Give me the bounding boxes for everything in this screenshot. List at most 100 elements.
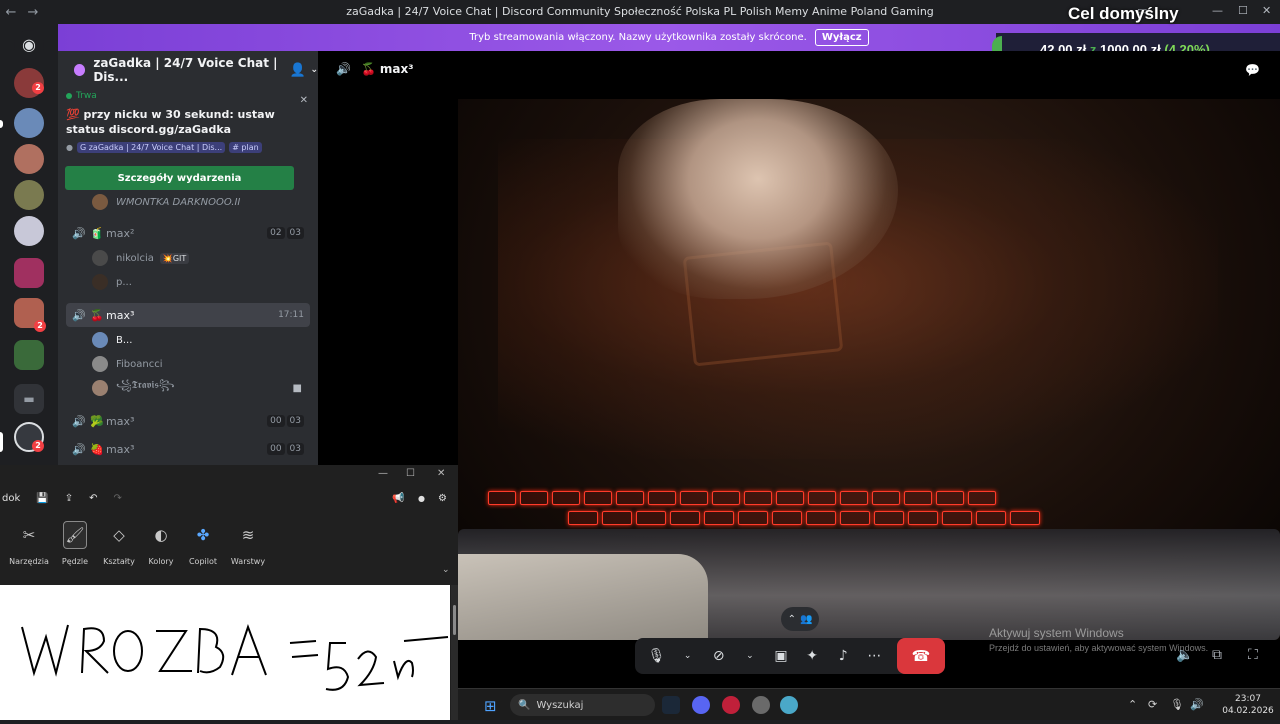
tool-label: Warstwy <box>230 557 266 566</box>
discord-home-icon[interactable]: ◉ <box>14 30 44 60</box>
view-menu[interactable]: dok <box>2 493 20 504</box>
minimize-icon[interactable]: — <box>378 468 388 479</box>
add-user-icon[interactable]: 👤 <box>290 63 306 78</box>
microphone-icon[interactable]: 🎙 <box>642 648 672 664</box>
voice-user[interactable]: ꧁𝕿𝖗𝖆𝖛𝖎𝖘꧂ ■ <box>92 377 302 399</box>
server-icon[interactable] <box>14 108 44 138</box>
drawing-canvas[interactable] <box>0 585 450 720</box>
chat-icon[interactable]: 💬 <box>1245 63 1260 77</box>
channel-limit: 00 03 <box>267 415 304 427</box>
share-icon[interactable]: ⇪ <box>65 493 73 504</box>
event-details-button[interactable]: Szczegóły wydarzenia <box>65 166 294 190</box>
windows-start-icon[interactable]: ⊞ <box>484 697 497 715</box>
voice-user[interactable]: nikolcia 💥GIT <box>92 247 190 269</box>
expand-participants-button[interactable]: ⌃ 👥 <box>781 607 819 631</box>
chevron-up-icon: ⌃ <box>787 613 796 625</box>
keyboard-key <box>568 511 598 525</box>
settings-gear-icon[interactable]: ⚙ <box>438 493 447 504</box>
chevron-down-icon[interactable]: ⌄ <box>673 651 703 661</box>
soundboard-icon[interactable]: ♪ <box>828 648 858 664</box>
disconnect-call-button[interactable]: ☎ <box>897 638 945 674</box>
sync-icon[interactable]: ⟳ <box>1148 698 1157 711</box>
chevron-down-icon[interactable]: ⌄ <box>442 565 450 575</box>
channel-emoji: 🍒 <box>90 308 104 322</box>
voice-user[interactable]: WMONTKA DARKNOOO.II <box>92 191 240 213</box>
tool-tools[interactable]: ✂ Narzędzia <box>5 521 53 566</box>
server-icon[interactable] <box>14 144 44 174</box>
screen-share-icon[interactable]: ▣ <box>766 648 796 664</box>
server-avatar <box>74 64 86 76</box>
folder-icon[interactable]: ▬ <box>14 384 44 414</box>
donation-goal-title: Cel domyślny <box>1068 4 1179 23</box>
event-close-icon[interactable]: ✕ <box>300 95 308 106</box>
paint-app-icon[interactable] <box>780 696 798 714</box>
voice-user[interactable]: p... <box>92 271 132 293</box>
more-options-icon[interactable]: ⋯ <box>859 648 889 664</box>
speaker-icon: 🔊 <box>72 414 86 428</box>
tool-shapes[interactable]: ◇ Kształty <box>95 521 143 566</box>
copilot-icon: ✤ <box>196 526 210 544</box>
redo-icon[interactable]: ↷ <box>114 493 122 504</box>
channel-count: 00 <box>267 443 285 455</box>
tray-microphone-icon[interactable]: 🎙 <box>1170 698 1184 711</box>
save-icon[interactable]: 💾 <box>36 493 48 504</box>
channel-count: 02 <box>267 227 285 239</box>
keyboard-key <box>616 491 644 505</box>
volume-icon[interactable]: 🔈 <box>1176 647 1193 663</box>
close-icon[interactable]: ✕ <box>437 468 445 479</box>
camera-video[interactable] <box>458 99 1280 640</box>
account-icon[interactable]: ● <box>418 494 425 503</box>
tool-label: Pędzle <box>61 557 89 566</box>
close-icon[interactable]: ✕ <box>1262 4 1271 17</box>
tool-brushes[interactable]: 🖌 Pędzle <box>51 521 99 566</box>
voice-user[interactable]: B... <box>92 329 132 351</box>
taskbar-search[interactable]: 🔍 Wyszukaj <box>510 694 655 716</box>
fullscreen-icon[interactable]: ⛶ <box>1248 647 1258 663</box>
location-pin-icon: ● <box>66 143 73 152</box>
server-name: zaGadka | 24/7 Voice Chat | Dis... <box>93 56 278 84</box>
unread-badge: 2 <box>32 82 44 94</box>
people-icon: 👥 <box>799 613 813 625</box>
canvas-scrollbar[interactable] <box>451 585 458 720</box>
event-channel-chip[interactable]: # plan <box>229 142 262 153</box>
activities-icon[interactable]: ✦ <box>797 648 827 664</box>
voice-channel[interactable]: 🔊 🥦 max³ 00 03 <box>66 409 310 433</box>
avatar <box>92 380 108 396</box>
maximize-icon[interactable]: ☐ <box>406 468 415 479</box>
server-folder[interactable] <box>14 258 44 288</box>
discord-icon[interactable] <box>692 696 710 714</box>
undo-icon[interactable]: ↶ <box>89 493 97 504</box>
opera-icon[interactable] <box>722 696 740 714</box>
app-icon[interactable] <box>752 696 770 714</box>
server-folder[interactable] <box>14 340 44 370</box>
minimize-icon[interactable]: — <box>1212 4 1223 17</box>
keyboard-key <box>808 491 836 505</box>
steam-icon[interactable] <box>662 696 680 714</box>
disable-streamer-mode-button[interactable]: Wyłącz <box>814 29 869 46</box>
voice-user-name: WMONTKA DARKNOOO.II <box>116 196 241 208</box>
chevron-down-icon[interactable]: ⌄ <box>735 651 765 661</box>
unread-badge: 2 <box>32 440 44 452</box>
announce-icon[interactable]: 📢 <box>392 493 404 504</box>
tray-volume-icon[interactable]: 🔊 <box>1190 698 1204 711</box>
tool-colors[interactable]: ◐ Kolory <box>137 521 185 566</box>
tool-layers[interactable]: ≋ Warstwy <box>224 521 272 566</box>
tray-chevron-up-icon[interactable]: ⌃ <box>1128 698 1137 711</box>
camera-off-icon[interactable]: ⊘ <box>704 648 734 664</box>
taskbar-clock[interactable]: 23:07 04.02.2026 <box>1218 693 1278 717</box>
popout-icon[interactable]: ⧉ <box>1212 647 1222 663</box>
event-server-chip[interactable]: G zaGadka | 24/7 Voice Chat | Dis... <box>76 142 226 153</box>
voice-channel[interactable]: 🔊 🍓 max³ 00 03 <box>66 437 310 461</box>
server-icon[interactable] <box>14 180 44 210</box>
tool-copilot[interactable]: ✤ Copilot <box>179 521 227 566</box>
voice-channel-active[interactable]: 🔊 🍒 max³ 17:11 <box>66 303 310 327</box>
keyboard-key <box>976 511 1006 525</box>
maximize-icon[interactable]: ☐ <box>1238 4 1248 17</box>
voice-user[interactable]: Fiboancci <box>92 353 163 375</box>
server-icon[interactable] <box>14 216 44 246</box>
voice-channel[interactable]: 🔊 🧃 max² 02 03 <box>66 221 310 245</box>
server-header[interactable]: zaGadka | 24/7 Voice Chat | Dis... ⌄ 👤 <box>58 51 318 89</box>
scrollbar-thumb[interactable] <box>453 605 456 635</box>
keyboard-key <box>552 491 580 505</box>
brush-icon: 🖌 <box>63 521 87 549</box>
